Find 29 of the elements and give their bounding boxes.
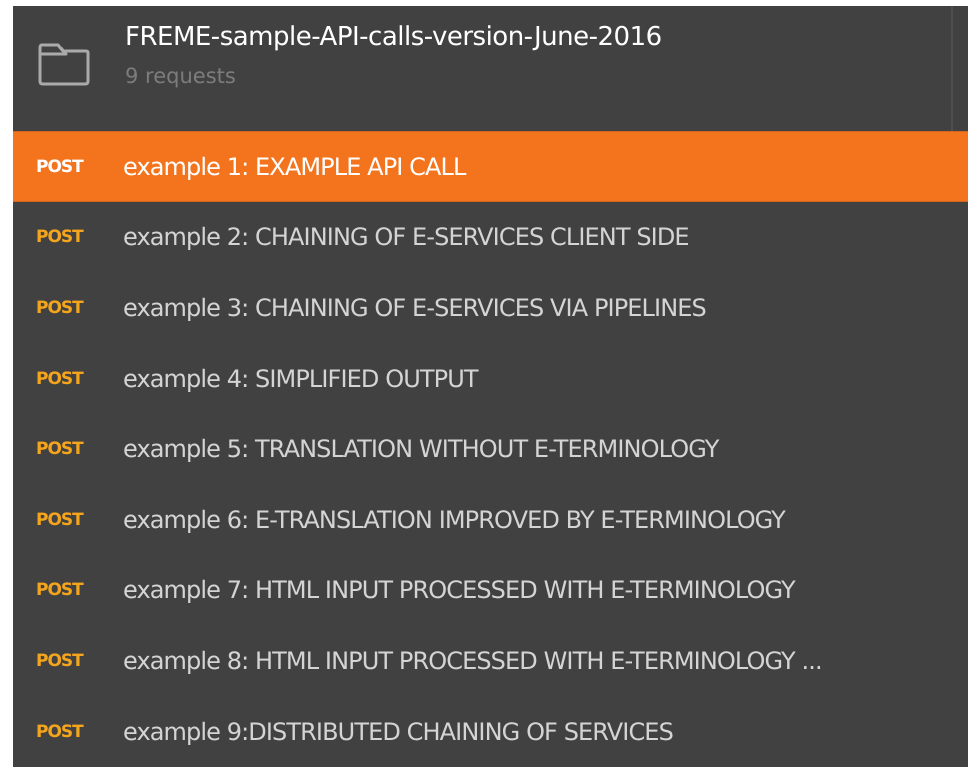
request-count: 9 requests	[125, 64, 237, 88]
method-label: POST	[36, 651, 84, 672]
method-label: POST	[36, 439, 84, 460]
request-name: example 6: E-TRANSLATION IMPROVED BY E-TERMINOLOGY	[123, 506, 785, 534]
request-name: example 1: EXAMPLE API CALL	[123, 152, 466, 181]
request-name: example 7: HTML INPUT PROCESSED WITH E-TERMINOLOGY	[123, 576, 795, 604]
request-name: example 3: CHAINING OF E-SERVICES VIA PIPELINES	[123, 294, 706, 322]
request-item[interactable]: POST example 6: E-TRANSLATION IMPROVED BY E-TERMINOLOGY	[13, 484, 968, 556]
folder-icon	[38, 42, 90, 86]
request-name: example 9:DISTRIBUTED CHAINING OF SERVICES	[123, 718, 673, 746]
collection-title: FREME-sample-API-calls-version-June-2016	[125, 22, 662, 52]
method-label: POST	[36, 298, 84, 318]
request-name: example 5: TRANSLATION WITHOUT E-TERMINOLOGY	[123, 435, 718, 464]
request-name: example 8: HTML INPUT PROCESSED WITH E-TERMINOLOGY ...	[123, 647, 822, 676]
request-item[interactable]: POST example 2: CHAINING OF E-SERVICES CLIENT SIDE	[13, 202, 968, 273]
request-item[interactable]: POST example 7: HTML INPUT PROCESSED WITH E-TERMINOLOGY	[13, 555, 968, 626]
method-label: POST	[36, 722, 84, 742]
method-label: POST	[36, 368, 84, 389]
request-name: example 2: CHAINING OF E-SERVICES CLIENT SIDE	[123, 223, 689, 252]
request-name: example 4: SIMPLIFIED OUTPUT	[123, 364, 478, 393]
request-item[interactable]: POST example 8: HTML INPUT PROCESSED WITH E-TERMINOLOGY ...	[13, 626, 968, 696]
request-item[interactable]: POST example 4: SIMPLIFIED OUTPUT	[13, 343, 968, 414]
request-item[interactable]: POST example 9:DISTRIBUTED CHAINING OF SERVICES	[13, 696, 968, 767]
request-item[interactable]: POST example 3: CHAINING OF E-SERVICES VIA PIPELINES	[13, 272, 968, 344]
method-label: POST	[36, 510, 84, 530]
method-label: POST	[36, 227, 84, 248]
method-label: POST	[36, 156, 84, 177]
request-item[interactable]: POST example 5: TRANSLATION WITHOUT E-TERMINOLOGY	[13, 414, 968, 485]
method-label: POST	[36, 580, 84, 600]
